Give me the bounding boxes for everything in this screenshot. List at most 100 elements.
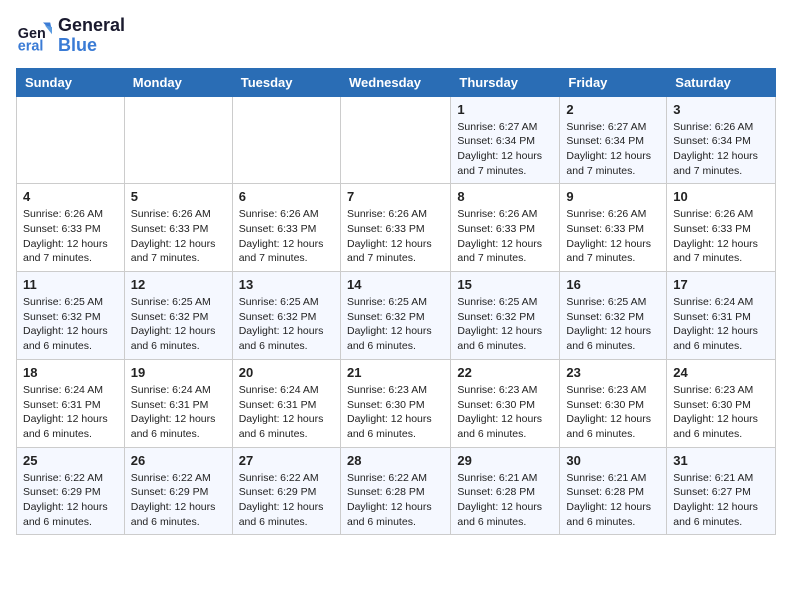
day-number: 22 xyxy=(457,365,553,380)
calendar-cell: 16 Sunrise: 6:25 AM Sunset: 6:32 PM Dayli… xyxy=(560,272,667,360)
day-number: 8 xyxy=(457,189,553,204)
calendar-cell: 8 Sunrise: 6:26 AM Sunset: 6:33 PM Daylig… xyxy=(451,184,560,272)
weekday-header-row: SundayMondayTuesdayWednesdayThursdayFrid… xyxy=(17,68,776,96)
calendar-cell: 12Sunrise: 6:25 AM Sunset: 6:32 PM Dayli… xyxy=(124,272,232,360)
day-info: Sunrise: 6:26 AM Sunset: 6:33 PM Dayligh… xyxy=(131,207,226,266)
calendar-cell: 3 Sunrise: 6:26 AM Sunset: 6:34 PM Daylig… xyxy=(667,96,776,184)
calendar-cell: 19Sunrise: 6:24 AM Sunset: 6:31 PM Dayli… xyxy=(124,359,232,447)
day-number: 28 xyxy=(347,453,444,468)
calendar-cell xyxy=(340,96,450,184)
day-number: 7 xyxy=(347,189,444,204)
day-info: Sunrise: 6:26 AM Sunset: 6:34 PM Dayligh… xyxy=(673,120,769,179)
weekday-header-tuesday: Tuesday xyxy=(232,68,340,96)
day-number: 30 xyxy=(566,453,660,468)
day-info: Sunrise: 6:26 AM Sunset: 6:33 PM Dayligh… xyxy=(566,207,660,266)
day-info: Sunrise: 6:24 AM Sunset: 6:31 PM Dayligh… xyxy=(239,383,334,442)
calendar-cell: 26Sunrise: 6:22 AM Sunset: 6:29 PM Dayli… xyxy=(124,447,232,535)
calendar-cell: 30Sunrise: 6:21 AM Sunset: 6:28 PM Dayli… xyxy=(560,447,667,535)
day-number: 27 xyxy=(239,453,334,468)
day-info: Sunrise: 6:23 AM Sunset: 6:30 PM Dayligh… xyxy=(457,383,553,442)
day-info: Sunrise: 6:25 AM Sunset: 6:32 PM Dayligh… xyxy=(239,295,334,354)
calendar-cell: 4 Sunrise: 6:26 AM Sunset: 6:33 PM Daylig… xyxy=(17,184,125,272)
day-number: 14 xyxy=(347,277,444,292)
calendar-cell: 27 Sunrise: 6:22 AM Sunset: 6:29 PM Dayli… xyxy=(232,447,340,535)
weekday-header-thursday: Thursday xyxy=(451,68,560,96)
logo-icon: Gen eral xyxy=(16,18,52,54)
calendar-cell: 11Sunrise: 6:25 AM Sunset: 6:32 PM Dayli… xyxy=(17,272,125,360)
day-number: 29 xyxy=(457,453,553,468)
day-info: Sunrise: 6:22 AM Sunset: 6:29 PM Dayligh… xyxy=(239,471,334,530)
calendar-cell: 21 Sunrise: 6:23 AM Sunset: 6:30 PM Dayli… xyxy=(340,359,450,447)
calendar-table: SundayMondayTuesdayWednesdayThursdayFrid… xyxy=(16,68,776,536)
day-number: 26 xyxy=(131,453,226,468)
calendar-cell: 13Sunrise: 6:25 AM Sunset: 6:32 PM Dayli… xyxy=(232,272,340,360)
weekday-header-saturday: Saturday xyxy=(667,68,776,96)
day-number: 31 xyxy=(673,453,769,468)
day-info: Sunrise: 6:23 AM Sunset: 6:30 PM Dayligh… xyxy=(347,383,444,442)
day-number: 24 xyxy=(673,365,769,380)
calendar-cell: 5 Sunrise: 6:26 AM Sunset: 6:33 PM Daylig… xyxy=(124,184,232,272)
day-number: 11 xyxy=(23,277,118,292)
calendar-week-5: 25Sunrise: 6:22 AM Sunset: 6:29 PM Dayli… xyxy=(17,447,776,535)
day-number: 3 xyxy=(673,102,769,117)
weekday-header-friday: Friday xyxy=(560,68,667,96)
day-number: 6 xyxy=(239,189,334,204)
day-info: Sunrise: 6:25 AM Sunset: 6:32 PM Dayligh… xyxy=(131,295,226,354)
calendar-cell: 20 Sunrise: 6:24 AM Sunset: 6:31 PM Dayli… xyxy=(232,359,340,447)
calendar-cell: 25Sunrise: 6:22 AM Sunset: 6:29 PM Dayli… xyxy=(17,447,125,535)
day-info: Sunrise: 6:26 AM Sunset: 6:33 PM Dayligh… xyxy=(23,207,118,266)
calendar-cell: 31 Sunrise: 6:21 AM Sunset: 6:27 PM Dayli… xyxy=(667,447,776,535)
day-info: Sunrise: 6:21 AM Sunset: 6:27 PM Dayligh… xyxy=(673,471,769,530)
day-info: Sunrise: 6:21 AM Sunset: 6:28 PM Dayligh… xyxy=(457,471,553,530)
day-number: 1 xyxy=(457,102,553,117)
calendar-cell: 22 Sunrise: 6:23 AM Sunset: 6:30 PM Dayli… xyxy=(451,359,560,447)
logo: Gen eral General Blue xyxy=(16,16,125,56)
calendar-week-3: 11 Sunrise: 6:25 AM Sunset: 6:32 PM Dayli… xyxy=(17,272,776,360)
day-number: 20 xyxy=(239,365,334,380)
day-info: Sunrise: 6:27 AM Sunset: 6:34 PM Dayligh… xyxy=(457,120,553,179)
day-number: 2 xyxy=(566,102,660,117)
day-info: Sunrise: 6:26 AM Sunset: 6:33 PM Dayligh… xyxy=(673,207,769,266)
day-info: Sunrise: 6:22 AM Sunset: 6:28 PM Dayligh… xyxy=(347,471,444,530)
day-number: 19 xyxy=(131,365,226,380)
day-info: Sunrise: 6:24 AM Sunset: 6:31 PM Dayligh… xyxy=(673,295,769,354)
day-number: 21 xyxy=(347,365,444,380)
day-number: 9 xyxy=(566,189,660,204)
calendar-cell: 1 Sunrise: 6:27 AM Sunset: 6:34 PM Daylig… xyxy=(451,96,560,184)
calendar-week-4: 18Sunrise: 6:24 AM Sunset: 6:31 PM Dayli… xyxy=(17,359,776,447)
page-header: Gen eral General Blue xyxy=(16,16,776,56)
day-number: 4 xyxy=(23,189,118,204)
day-info: Sunrise: 6:25 AM Sunset: 6:32 PM Dayligh… xyxy=(566,295,660,354)
calendar-cell: 10Sunrise: 6:26 AM Sunset: 6:33 PM Dayli… xyxy=(667,184,776,272)
day-info: Sunrise: 6:24 AM Sunset: 6:31 PM Dayligh… xyxy=(23,383,118,442)
day-number: 15 xyxy=(457,277,553,292)
calendar-cell: 18Sunrise: 6:24 AM Sunset: 6:31 PM Dayli… xyxy=(17,359,125,447)
day-info: Sunrise: 6:26 AM Sunset: 6:33 PM Dayligh… xyxy=(347,207,444,266)
calendar-cell: 28 Sunrise: 6:22 AM Sunset: 6:28 PM Dayli… xyxy=(340,447,450,535)
calendar-cell: 24 Sunrise: 6:23 AM Sunset: 6:30 PM Dayli… xyxy=(667,359,776,447)
logo-text: General Blue xyxy=(58,16,125,56)
calendar-cell: 23 Sunrise: 6:23 AM Sunset: 6:30 PM Dayli… xyxy=(560,359,667,447)
day-number: 16 xyxy=(566,277,660,292)
calendar-cell: 14Sunrise: 6:25 AM Sunset: 6:32 PM Dayli… xyxy=(340,272,450,360)
day-info: Sunrise: 6:23 AM Sunset: 6:30 PM Dayligh… xyxy=(673,383,769,442)
weekday-header-sunday: Sunday xyxy=(17,68,125,96)
calendar-cell xyxy=(232,96,340,184)
weekday-header-wednesday: Wednesday xyxy=(340,68,450,96)
svg-text:eral: eral xyxy=(18,38,44,54)
calendar-cell: 15Sunrise: 6:25 AM Sunset: 6:32 PM Dayli… xyxy=(451,272,560,360)
day-info: Sunrise: 6:23 AM Sunset: 6:30 PM Dayligh… xyxy=(566,383,660,442)
day-info: Sunrise: 6:22 AM Sunset: 6:29 PM Dayligh… xyxy=(23,471,118,530)
calendar-cell: 9 Sunrise: 6:26 AM Sunset: 6:33 PM Daylig… xyxy=(560,184,667,272)
calendar-cell: 2 Sunrise: 6:27 AM Sunset: 6:34 PM Daylig… xyxy=(560,96,667,184)
calendar-cell xyxy=(124,96,232,184)
calendar-cell: 7 Sunrise: 6:26 AM Sunset: 6:33 PM Daylig… xyxy=(340,184,450,272)
calendar-cell: 29 Sunrise: 6:21 AM Sunset: 6:28 PM Dayli… xyxy=(451,447,560,535)
day-number: 23 xyxy=(566,365,660,380)
calendar-week-2: 4 Sunrise: 6:26 AM Sunset: 6:33 PM Daylig… xyxy=(17,184,776,272)
day-number: 5 xyxy=(131,189,226,204)
day-info: Sunrise: 6:27 AM Sunset: 6:34 PM Dayligh… xyxy=(566,120,660,179)
weekday-header-monday: Monday xyxy=(124,68,232,96)
day-info: Sunrise: 6:26 AM Sunset: 6:33 PM Dayligh… xyxy=(457,207,553,266)
calendar-week-1: 1 Sunrise: 6:27 AM Sunset: 6:34 PM Daylig… xyxy=(17,96,776,184)
